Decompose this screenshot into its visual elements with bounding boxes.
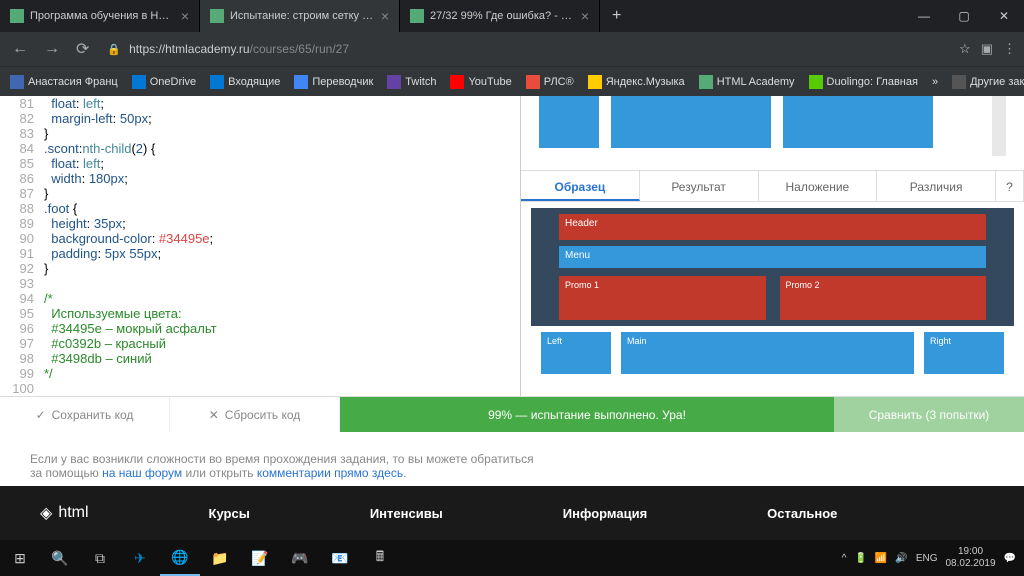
main-block: Main <box>621 332 914 374</box>
tray-lang[interactable]: ENG <box>916 553 938 564</box>
taskbar-app[interactable]: 🖩 <box>360 540 400 576</box>
footer-link[interactable]: Курсы <box>209 506 250 521</box>
close-icon: ✕ <box>209 408 219 422</box>
preview-tabs: Образец Результат Наложение Различия ? <box>521 170 1024 202</box>
preview-block <box>539 96 599 148</box>
maximize-button[interactable]: ▢ <box>944 0 984 32</box>
menu-icon[interactable]: ⋮ <box>1003 41 1016 57</box>
start-button[interactable]: ⊞ <box>0 540 40 576</box>
logo[interactable]: ◈html <box>40 503 89 523</box>
preview-panel: Образец Результат Наложение Различия ? H… <box>520 96 1024 396</box>
bookmark-item[interactable]: Duolingo: Главная <box>809 75 918 89</box>
bookmark-overflow[interactable]: » <box>932 76 938 88</box>
browser-titlebar: Программа обучения в HTML A× Испытание: … <box>0 0 1024 32</box>
lock-icon: 🔒 <box>107 43 121 56</box>
footer-link[interactable]: Интенсивы <box>370 506 443 521</box>
taskbar-app[interactable]: 📁 <box>200 540 240 576</box>
tray-icon[interactable]: 🔊 <box>895 553 907 564</box>
forum-link[interactable]: на наш форум <box>102 466 182 480</box>
bookmark-item[interactable]: Яндекс.Музыка <box>588 75 685 89</box>
extension-icon[interactable]: ▣ <box>981 41 993 57</box>
bookmarks-bar: Анастасия Франц OneDrive Входящие Перево… <box>0 66 1024 96</box>
page-footer: ◈html Курсы Интенсивы Информация Остальн… <box>0 486 1024 540</box>
logo-icon: ◈ <box>40 503 52 523</box>
status-text: 99% — испытание выполнено. Ура! <box>340 397 834 432</box>
left-block: Left <box>541 332 611 374</box>
taskbar-app[interactable]: 🌐 <box>160 540 200 576</box>
tab-sample[interactable]: Образец <box>521 171 640 201</box>
taskbar-app[interactable]: 📝 <box>240 540 280 576</box>
tray-clock[interactable]: 19:0008.02.2019 <box>945 546 995 570</box>
scrollbar[interactable] <box>992 96 1006 156</box>
task-view-button[interactable]: ⧉ <box>80 540 120 576</box>
save-button[interactable]: ✓Сохранить код <box>0 397 170 432</box>
right-block: Right <box>924 332 1004 374</box>
search-button[interactable]: 🔍 <box>40 540 80 576</box>
preview-block <box>611 96 771 148</box>
browser-tab[interactable]: Испытание: строим сетку — Се× <box>200 0 400 32</box>
close-icon[interactable]: × <box>381 8 389 24</box>
compare-button[interactable]: Сравнить (3 попытки) <box>834 397 1024 432</box>
preview-layout: Header Menu Promo 1 Promo 2 <box>531 208 1014 326</box>
check-icon: ✓ <box>36 408 46 422</box>
bookmark-item[interactable]: OneDrive <box>132 75 196 89</box>
forward-button[interactable]: → <box>40 40 64 58</box>
footer-link[interactable]: Остальное <box>767 506 837 521</box>
footer-link[interactable]: Информация <box>563 506 647 521</box>
address-bar: ← → ⟳ 🔒 https://htmlacademy.ru/courses/6… <box>0 32 1024 66</box>
new-tab-button[interactable]: + <box>600 7 633 25</box>
tab-result[interactable]: Результат <box>640 171 759 201</box>
close-icon[interactable]: × <box>181 8 189 24</box>
tray-notifications[interactable]: 💬 <box>1004 553 1016 564</box>
action-bar: ✓Сохранить код ✕Сбросить код 99% — испыт… <box>0 396 1024 432</box>
bookmark-item[interactable]: РЛС® <box>526 75 574 89</box>
close-icon[interactable]: × <box>581 8 589 24</box>
tray-icon[interactable]: ^ <box>842 553 847 564</box>
taskbar-app[interactable]: 📧 <box>320 540 360 576</box>
other-bookmarks[interactable]: Другие закладки <box>952 75 1024 89</box>
minimize-button[interactable]: — <box>904 0 944 32</box>
bookmark-item[interactable]: Twitch <box>387 75 436 89</box>
header-block: Header <box>559 214 986 240</box>
menu-block: Menu <box>559 246 986 268</box>
tab-help[interactable]: ? <box>996 171 1024 201</box>
close-button[interactable]: ✕ <box>984 0 1024 32</box>
tab-overlay[interactable]: Наложение <box>759 171 878 201</box>
reset-button[interactable]: ✕Сбросить код <box>170 397 340 432</box>
browser-tab[interactable]: 27/32 99% Где ошибка? - Курсы× <box>400 0 600 32</box>
code-editor[interactable]: 81 float: left; 82 margin-left: 50px; 83… <box>0 96 520 396</box>
browser-tab[interactable]: Программа обучения в HTML A× <box>0 0 200 32</box>
taskbar-app[interactable]: 🎮 <box>280 540 320 576</box>
taskbar-app[interactable]: ✈ <box>120 540 160 576</box>
back-button[interactable]: ← <box>8 40 32 58</box>
tray-icon[interactable]: 🔋 <box>854 553 866 564</box>
bookmark-item[interactable]: Переводчик <box>294 75 373 89</box>
bookmark-item[interactable]: Входящие <box>210 75 280 89</box>
windows-taskbar: ⊞ 🔍 ⧉ ✈ 🌐 📁 📝 🎮 📧 🖩 ^ 🔋 📶 🔊 ENG 19:0008.… <box>0 540 1024 576</box>
url-text[interactable]: https://htmlacademy.ru/courses/65/run/27 <box>129 42 951 56</box>
promo-block: Promo 2 <box>780 276 987 320</box>
preview-block <box>783 96 933 148</box>
comments-link[interactable]: комментарии прямо здесь <box>257 466 403 480</box>
tray-icon[interactable]: 📶 <box>875 553 887 564</box>
bookmark-star-icon[interactable]: ☆ <box>959 41 971 57</box>
bookmark-item[interactable]: Анастасия Франц <box>10 75 118 89</box>
bookmark-item[interactable]: HTML Academy <box>699 75 795 89</box>
promo-block: Promo 1 <box>559 276 766 320</box>
tab-diff[interactable]: Различия <box>877 171 996 201</box>
bookmark-item[interactable]: YouTube <box>450 75 511 89</box>
reload-button[interactable]: ⟳ <box>72 39 93 59</box>
